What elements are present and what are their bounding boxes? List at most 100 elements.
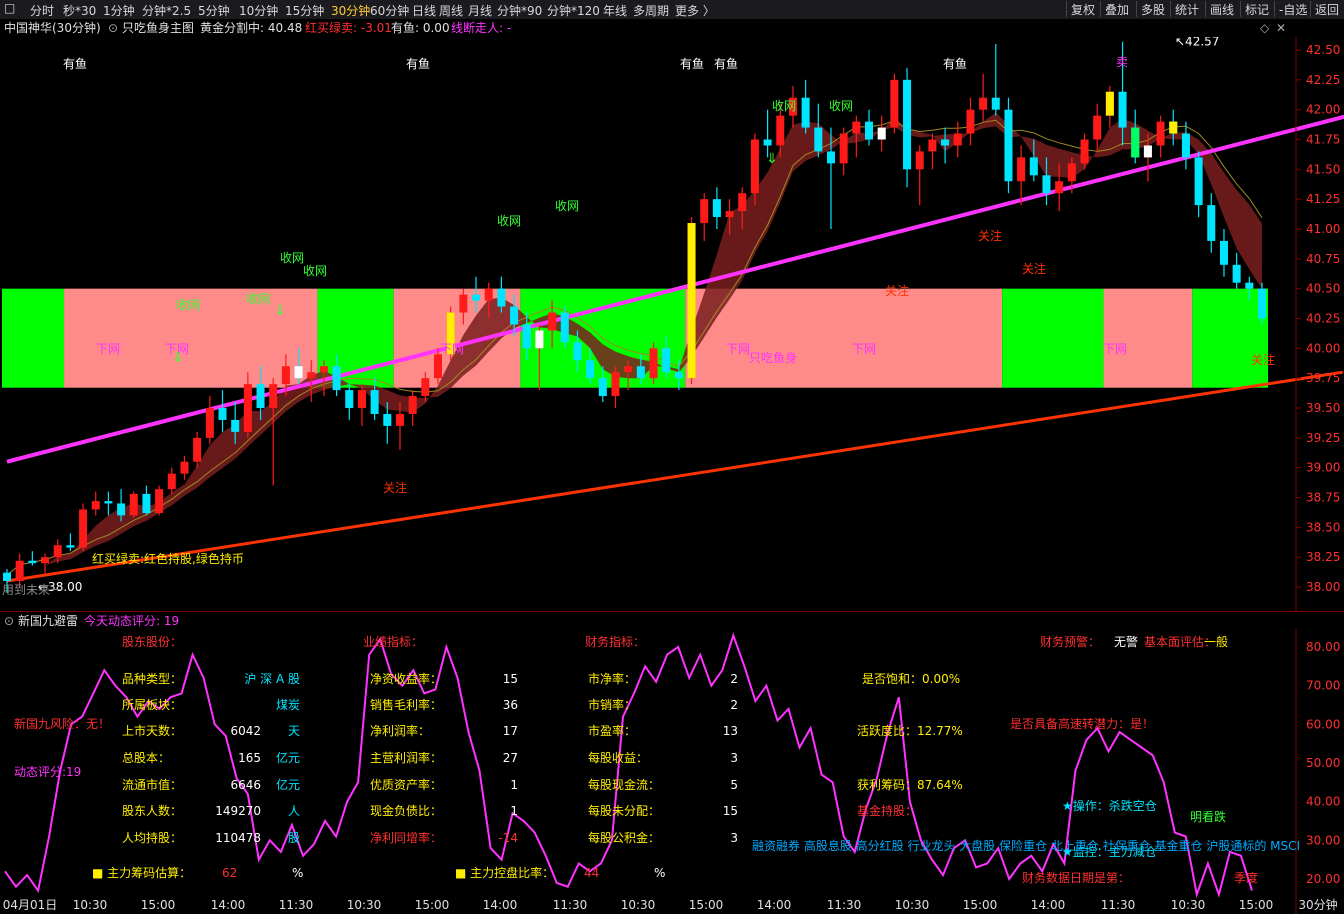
toolbar-button[interactable]: 复权 xyxy=(1066,1,1095,17)
signal-bar xyxy=(1169,121,1178,134)
chip-estimate-value: 62 xyxy=(222,866,237,880)
candle-body xyxy=(193,437,202,462)
arrow-down-icon: ⇓ xyxy=(274,303,286,319)
signal-band xyxy=(1192,288,1268,388)
info-label: 净利润率： xyxy=(370,723,430,738)
time-tick: 10:30 xyxy=(347,898,382,912)
candle-body xyxy=(256,384,265,408)
candle-body xyxy=(383,413,392,426)
time-tick: 15:00 xyxy=(415,898,450,912)
info-label: 流通市值： xyxy=(122,777,182,792)
chevron-down-icon[interactable]: ⊙ xyxy=(108,21,118,35)
info-value: 沪 深 A 股 xyxy=(244,672,300,686)
period-tab[interactable]: 1分钟 xyxy=(103,2,135,19)
info-label: 净资收益率： xyxy=(370,671,442,686)
period-tab[interactable]: 分钟*90 xyxy=(497,2,542,19)
candle-body xyxy=(1118,91,1127,128)
main-chart-header: 中国神华(30分钟) ⊙ 只吃鱼身主图 黄金分割中: 40.48 红买绿卖: -… xyxy=(0,19,1344,37)
period-tab[interactable]: 秒*30 xyxy=(63,2,96,19)
period-tab[interactable]: 分钟*120 xyxy=(547,2,600,19)
time-tick: 15:00 xyxy=(1239,898,1274,912)
candle-body xyxy=(243,384,252,432)
time-tick: 11:30 xyxy=(553,898,588,912)
candle-body xyxy=(408,396,417,414)
time-tick: 10:30 xyxy=(73,898,108,912)
info-label: 市净率： xyxy=(588,671,636,686)
info-value: 6646 xyxy=(230,778,261,792)
toolbar-button[interactable]: 多股 xyxy=(1136,1,1165,17)
time-tick: 14:00 xyxy=(757,898,792,912)
sell-label: 卖 xyxy=(1116,55,1128,69)
info-value: 17 xyxy=(503,724,518,738)
period-toolbar: □ 分时 秒*30 1分钟 分钟*2.5 5分钟 10分钟 15分钟 30分钟 60分钟 日线 周线月… xyxy=(0,0,1344,20)
toolbar-button[interactable]: 叠加 xyxy=(1100,1,1129,17)
period-tab[interactable]: 分时 xyxy=(30,2,54,19)
price-tick: 40.25 xyxy=(1306,312,1340,326)
time-tick: 15:00 xyxy=(141,898,176,912)
candle-body xyxy=(117,503,126,516)
main-chart: 38.00 38.25 38.50 38.75 39.00 39.25 39.50 39.75… xyxy=(2,37,1344,611)
arrow-down-icon: ⇓ xyxy=(172,350,184,366)
info-value: 3 xyxy=(730,751,738,765)
chip-estimate-label: ■ 主力筹码估算： xyxy=(92,865,191,880)
fish-value: 有鱼: 0.00 xyxy=(391,21,450,35)
toolbar-button[interactable]: 统计 xyxy=(1170,1,1199,17)
info-label: 主营利润率： xyxy=(370,750,442,765)
down-net-label: 下网 xyxy=(852,342,876,356)
square-icon[interactable]: □ xyxy=(4,1,15,15)
info-value: 13 xyxy=(723,724,738,738)
score-tick: 50.00 xyxy=(1306,756,1340,770)
period-tab[interactable]: 分钟*2.5 xyxy=(142,2,191,19)
period-tab[interactable]: 30分钟 xyxy=(331,2,370,19)
sub-indicator-name[interactable]: 新国九避雷 xyxy=(18,614,78,628)
candle-body xyxy=(573,342,582,361)
candle-body xyxy=(91,501,100,510)
toolbar-button[interactable]: 画线 xyxy=(1205,1,1234,17)
period-tab[interactable]: 多周期 xyxy=(633,2,669,19)
toolbar-button[interactable]: -自选 xyxy=(1274,1,1307,17)
candle-body xyxy=(1156,121,1165,146)
candle-body xyxy=(484,288,493,301)
period-tab[interactable]: 60分钟 xyxy=(370,2,409,19)
period-tab[interactable]: 更多 〉 xyxy=(675,2,715,19)
stock-title[interactable]: 中国神华(30分钟) xyxy=(4,21,101,35)
period-tab[interactable]: 5分钟 xyxy=(198,2,230,19)
max-price-label: ↖42.57 xyxy=(1175,37,1219,49)
candle-body xyxy=(624,366,633,373)
candle-body xyxy=(598,378,607,397)
toolbar-button[interactable]: 标记 xyxy=(1240,1,1269,17)
info-label: 市盈率： xyxy=(588,723,636,738)
candle-body xyxy=(53,545,62,558)
info-value: -14 xyxy=(498,831,518,845)
period-tab[interactable]: 日线 xyxy=(412,2,436,19)
info-value: 6042 xyxy=(230,724,261,738)
time-tick: 11:30 xyxy=(1101,898,1136,912)
candle-body xyxy=(763,139,772,146)
diamond-icon[interactable]: ◇ xyxy=(1260,21,1269,35)
price-tick: 42.00 xyxy=(1306,103,1340,117)
candle-body xyxy=(3,572,11,582)
chevron-down-icon[interactable]: ⊙ xyxy=(4,614,14,628)
period-tab[interactable]: 周线 xyxy=(439,2,463,19)
period-tab[interactable]: 年线 xyxy=(603,2,627,19)
close-icon[interactable]: ✕ xyxy=(1276,21,1286,35)
indicator-name[interactable]: 只吃鱼身主图 xyxy=(122,21,194,35)
fund-holding-text: 基金持股： xyxy=(857,803,917,818)
candle-body xyxy=(776,115,785,146)
pull-note: 用到未来一 xyxy=(2,583,62,597)
price-tick: 41.50 xyxy=(1306,162,1340,176)
arrow-down-icon: ⇓ xyxy=(766,151,778,167)
toolbar-button[interactable]: 返回 xyxy=(1310,1,1339,17)
info-label: 品种类型： xyxy=(122,672,182,686)
price-tick: 41.75 xyxy=(1306,133,1340,147)
candle-body xyxy=(497,288,506,307)
fish-label: 有鱼 xyxy=(943,57,967,71)
period-tab[interactable]: 月线 xyxy=(468,2,492,19)
candle-body xyxy=(1258,288,1266,319)
period-tab[interactable]: 10分钟 xyxy=(239,2,278,19)
candle-body xyxy=(1245,282,1254,289)
candle-body xyxy=(459,294,468,313)
time-tick: 11:30 xyxy=(827,898,862,912)
period-tab[interactable]: 15分钟 xyxy=(285,2,324,19)
candle-body xyxy=(890,79,899,128)
